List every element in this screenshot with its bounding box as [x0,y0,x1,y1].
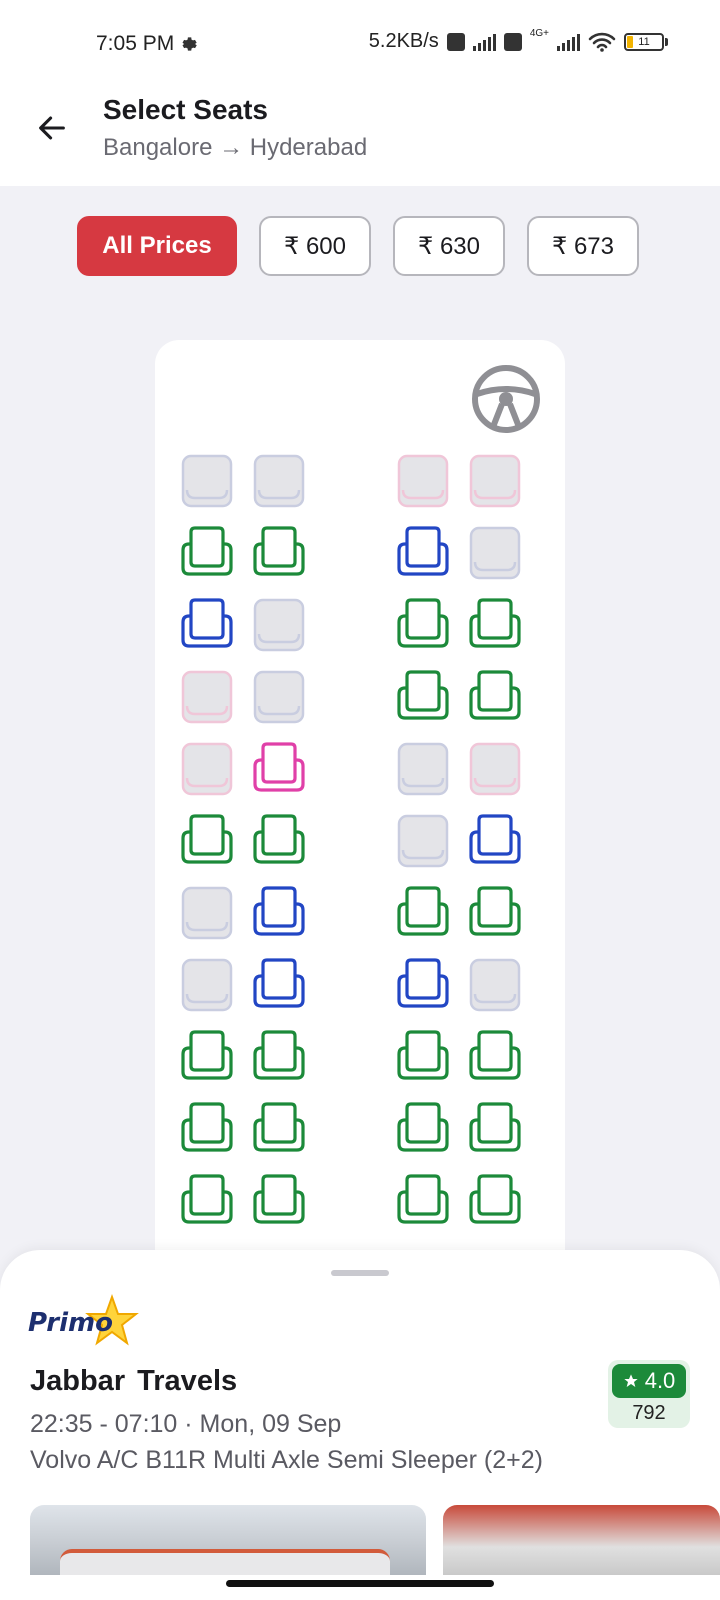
seat-available[interactable] [465,668,525,728]
seat-booked [393,740,453,800]
steering-wheel-icon [472,365,540,433]
trip-timing: 22:35 - 07:10 · Mon, 09 Sep [30,1410,342,1438]
seat-available-female[interactable] [249,740,309,800]
filter-price-600[interactable]: ₹ 600 [259,216,371,276]
page-title: Select Seats [103,94,268,125]
seat-available[interactable] [393,884,453,944]
status-bar: 7:05 PM 5.2KB/s 4G+ 11 [0,0,720,88]
volte-icon [446,32,465,51]
seat-available[interactable] [393,1100,453,1160]
rating-count: 792 [632,1402,666,1424]
signal-icon [472,33,496,51]
seat-available[interactable] [465,884,525,944]
seat-available[interactable] [393,668,453,728]
seat-available[interactable] [177,812,237,872]
seat-booked [177,884,237,944]
seat-booked-female [465,452,525,512]
seat-available-male[interactable] [249,956,309,1016]
rating-badge[interactable]: 4.0 792 [608,1360,690,1428]
status-time: 7:05 PM [96,32,200,56]
seat-available-male[interactable] [393,524,453,584]
sheet-drag-handle[interactable] [331,1270,389,1276]
status-indicators: 5.2KB/s 4G+ 11 [368,28,668,53]
bus-type: Volvo A/C B11R Multi Axle Semi Sleeper (… [30,1446,543,1474]
signal-icon-2 [557,33,580,51]
time-text: 7:05 PM [96,32,175,55]
seat-booked [249,452,309,512]
seat-available[interactable] [249,1028,309,1088]
seat-available[interactable] [249,812,309,872]
rating-pill: 4.0 [612,1364,686,1398]
seat-available[interactable] [465,1172,525,1232]
seat-available[interactable] [393,1172,453,1232]
home-indicator [226,1580,494,1587]
settings-gear-icon [182,37,197,51]
rating-value: 4.0 [644,1368,676,1393]
route-subtitle: Bangalore → Hyderabad [103,134,368,161]
seat-booked [249,668,309,728]
filter-all-prices[interactable]: All Prices [77,216,237,276]
seat-available[interactable] [465,596,525,656]
wifi-icon [588,32,616,52]
seat-available[interactable] [465,1100,525,1160]
battery-icon: 11 [624,32,668,51]
back-button[interactable] [30,106,74,150]
bus-photo[interactable] [30,1505,426,1575]
filter-price-630[interactable]: ₹ 630 [393,216,505,276]
seat-available[interactable] [465,1028,525,1088]
seat-booked-female [393,452,453,512]
seat-available[interactable] [393,1028,453,1088]
star-icon [624,1374,638,1387]
seat-available[interactable] [177,524,237,584]
page-header: Select Seats Bangalore → Hyderabad [0,88,720,186]
volte-icon-2 [503,32,522,51]
operator-name: Jabbar Travels [30,1365,238,1397]
seat-available[interactable] [249,1100,309,1160]
seat-available-male[interactable] [465,812,525,872]
primo-logo: Primo [28,1294,139,1354]
seat-available[interactable] [177,1172,237,1232]
seat-map [155,340,565,1300]
arrow-left-icon [39,116,65,140]
primo-brand: Primo [28,1308,113,1338]
seat-available[interactable] [177,1100,237,1160]
seat-available[interactable] [393,596,453,656]
seat-available[interactable] [177,1028,237,1088]
price-filter-bar: All Prices ₹ 600 ₹ 630 ₹ 673 [77,216,639,276]
seat-booked [465,524,525,584]
network-speed: 5.2KB/s [368,30,439,52]
filter-price-673[interactable]: ₹ 673 [527,216,639,276]
battery-level: 11 [638,35,650,48]
seat-booked [249,596,309,656]
bus-photo-2[interactable] [443,1505,720,1575]
seat-booked [177,452,237,512]
seat-booked-female [177,740,237,800]
seat-booked [393,812,453,872]
network-type: 4G+ [529,28,549,39]
seat-available-male[interactable] [393,956,453,1016]
seat-available-male[interactable] [249,884,309,944]
seat-booked [177,956,237,1016]
seat-available-male[interactable] [177,596,237,656]
seat-booked [465,956,525,1016]
seat-available[interactable] [249,524,309,584]
seat-available[interactable] [249,1172,309,1232]
seat-booked-female [465,740,525,800]
seat-booked-female [177,668,237,728]
